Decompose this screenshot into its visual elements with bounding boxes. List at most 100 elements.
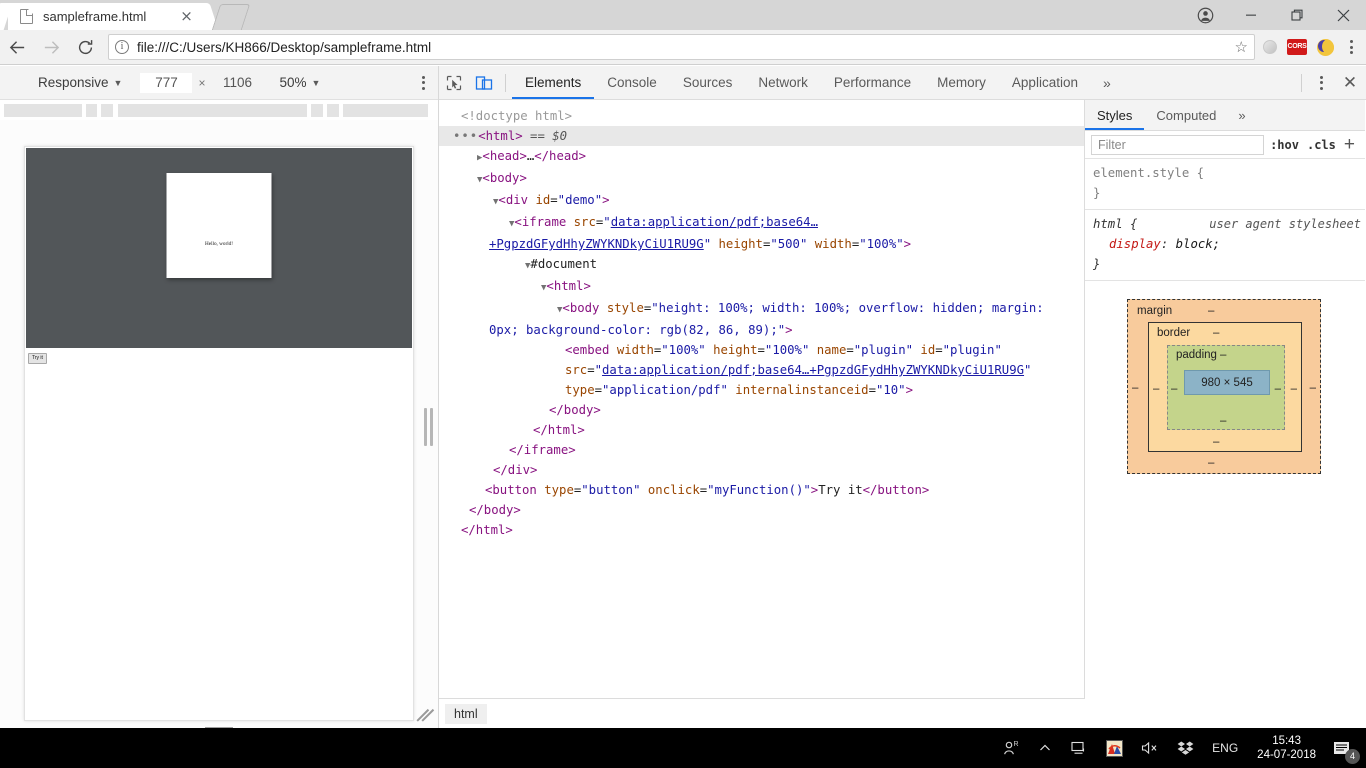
generic-extension-icon[interactable] (1263, 40, 1277, 54)
border-left-value[interactable]: – (1153, 383, 1159, 395)
dom-row[interactable]: ▼<iframe src="data:application/pdf;base6… (439, 212, 1084, 234)
back-icon[interactable] (0, 30, 34, 64)
devtools-menu-icon[interactable] (1308, 76, 1334, 90)
tab-sources[interactable]: Sources (670, 66, 746, 99)
margin-top-value[interactable]: – (1208, 305, 1214, 317)
panel-resize-handle[interactable] (424, 408, 434, 446)
new-tab-button[interactable] (212, 4, 250, 30)
minimize-button[interactable] (1228, 0, 1274, 30)
browser-menu-icon[interactable] (1340, 40, 1366, 54)
close-icon[interactable]: × (179, 9, 194, 24)
inspect-cursor-icon[interactable] (439, 66, 469, 100)
device-selector[interactable]: Responsive ▼ (38, 75, 122, 90)
display-network-icon[interactable] (1061, 728, 1097, 768)
account-icon[interactable] (1182, 0, 1228, 30)
style-source: user agent stylesheet (1209, 214, 1365, 234)
tab-console[interactable]: Console (594, 66, 670, 99)
dom-row[interactable]: </body> (439, 500, 1084, 520)
maximize-button[interactable] (1274, 0, 1320, 30)
cors-extension-icon[interactable]: CORS (1287, 39, 1307, 55)
reload-icon[interactable] (68, 30, 102, 64)
padding-left-value[interactable]: – (1171, 383, 1177, 395)
margin-bottom-value[interactable]: – (1208, 457, 1214, 469)
dom-row[interactable]: <!doctype html> (439, 106, 1084, 126)
new-style-rule-button[interactable]: + (1344, 137, 1359, 153)
language-indicator[interactable]: ENG (1203, 728, 1247, 768)
bookmark-star-icon[interactable]: ☆ (1235, 40, 1248, 55)
padding-right-value[interactable]: – (1275, 383, 1281, 395)
zoom-selector[interactable]: 50% ▼ (279, 75, 320, 90)
box-model-content-size[interactable]: 980 × 545 (1184, 370, 1270, 395)
app-icon[interactable] (1097, 728, 1132, 768)
border-bottom-value[interactable]: – (1213, 436, 1219, 448)
viewport-height-input[interactable]: 1106 (211, 73, 263, 93)
dom-row[interactable]: <button type="button" onclick="myFunctio… (439, 480, 1084, 500)
corner-resize-grip[interactable] (417, 708, 431, 722)
dom-row[interactable]: ▼<body> (439, 168, 1084, 190)
browser-tab[interactable]: sampleframe.html × (8, 3, 208, 30)
tab-styles[interactable]: Styles (1085, 100, 1144, 130)
tab-application[interactable]: Application (999, 66, 1091, 99)
more-tabs-icon[interactable]: » (1091, 75, 1123, 91)
breadcrumb-item-html[interactable]: html (445, 704, 487, 724)
tab-network[interactable]: Network (745, 66, 821, 99)
brace-close: } (1093, 186, 1100, 200)
border-top-value[interactable]: – (1213, 327, 1219, 339)
notification-icon[interactable]: 4 (1326, 728, 1366, 768)
style-rule-html[interactable]: user agent stylesheet html { display: bl… (1085, 210, 1365, 281)
style-rule-element-style[interactable]: element.style { } (1085, 159, 1365, 210)
dom-row[interactable]: <embed width="100%" height="100%" name="… (439, 340, 1084, 360)
tab-elements[interactable]: Elements (512, 66, 594, 99)
box-model-padding[interactable]: padding – – – – 980 × 545 (1167, 345, 1285, 430)
device-menu-icon[interactable] (422, 76, 425, 90)
dom-row[interactable]: ▼#document (439, 254, 1084, 276)
devtools-close-icon[interactable]: ✕ (1334, 73, 1366, 93)
dom-row[interactable]: </div> (439, 460, 1084, 480)
dom-row[interactable]: ▼<html> (439, 276, 1084, 298)
viewport-width-input[interactable]: 777 (140, 73, 192, 93)
dark-mode-extension-icon[interactable] (1317, 39, 1334, 56)
dom-row[interactable]: </iframe> (439, 440, 1084, 460)
device-frame[interactable]: Hello, world! Try it (24, 146, 414, 721)
padding-bottom-value[interactable]: – (1220, 415, 1226, 427)
dom-row[interactable]: </body> (439, 400, 1084, 420)
tab-performance[interactable]: Performance (821, 66, 924, 99)
dom-row[interactable]: </html> (439, 520, 1084, 540)
forward-icon[interactable] (34, 30, 68, 64)
dom-tree[interactable]: <!doctype html> •••<html> == $0 ▶<head>…… (439, 100, 1084, 692)
device-toolbar-icon[interactable] (469, 66, 499, 100)
address-bar[interactable]: i file:///C:/Users/KH866/Desktop/samplef… (108, 34, 1255, 60)
margin-right-value[interactable]: – (1310, 382, 1316, 394)
people-icon[interactable]: R (993, 728, 1029, 768)
dom-row[interactable]: ▼<div id="demo"> (439, 190, 1084, 212)
site-info-icon[interactable]: i (115, 40, 129, 54)
box-model-margin[interactable]: margin – – – – border – – – – paddin (1127, 299, 1321, 474)
dropbox-icon[interactable] (1168, 728, 1203, 768)
dom-row-cont[interactable]: type="application/pdf" internalinstancei… (439, 380, 1084, 400)
border-right-value[interactable]: – (1291, 383, 1297, 395)
tab-computed[interactable]: Computed (1144, 100, 1228, 130)
cls-toggle[interactable]: .cls (1307, 138, 1336, 152)
dom-row-selected[interactable]: •••<html> == $0 (439, 126, 1084, 146)
hov-toggle[interactable]: :hov (1270, 138, 1299, 152)
try-it-button[interactable]: Try it (28, 353, 47, 364)
volume-mute-icon[interactable] (1132, 728, 1168, 768)
dom-row-cont[interactable]: +PgpzdGFydHhyZWYKNDkyCiU1RU9G" height="5… (439, 234, 1084, 254)
styles-more-icon[interactable]: » (1228, 108, 1255, 123)
clock[interactable]: 15:43 24-07-2018 (1247, 734, 1326, 762)
margin-left-value[interactable]: – (1132, 382, 1138, 394)
tab-memory[interactable]: Memory (924, 66, 999, 99)
styles-filter-input[interactable]: Filter (1091, 135, 1264, 155)
style-value[interactable]: block; (1176, 237, 1220, 251)
dom-row-cont[interactable]: 0px; background-color: rgb(82, 86, 89);"… (439, 320, 1084, 340)
ruler-segment (343, 104, 428, 117)
box-model-border[interactable]: border – – – – padding – – – – (1148, 322, 1302, 452)
dom-row[interactable]: </html> (439, 420, 1084, 440)
padding-top-value[interactable]: – (1220, 349, 1226, 361)
chevron-up-icon[interactable] (1029, 728, 1061, 768)
dom-row[interactable]: ▼<body style="height: 100%; width: 100%;… (439, 298, 1084, 320)
window-close-button[interactable] (1320, 0, 1366, 30)
dom-row[interactable]: ▶<head>…</head> (439, 146, 1084, 168)
style-property[interactable]: display (1093, 237, 1161, 251)
dom-row-cont[interactable]: src="data:application/pdf;base64…+PgpzdG… (439, 360, 1084, 380)
